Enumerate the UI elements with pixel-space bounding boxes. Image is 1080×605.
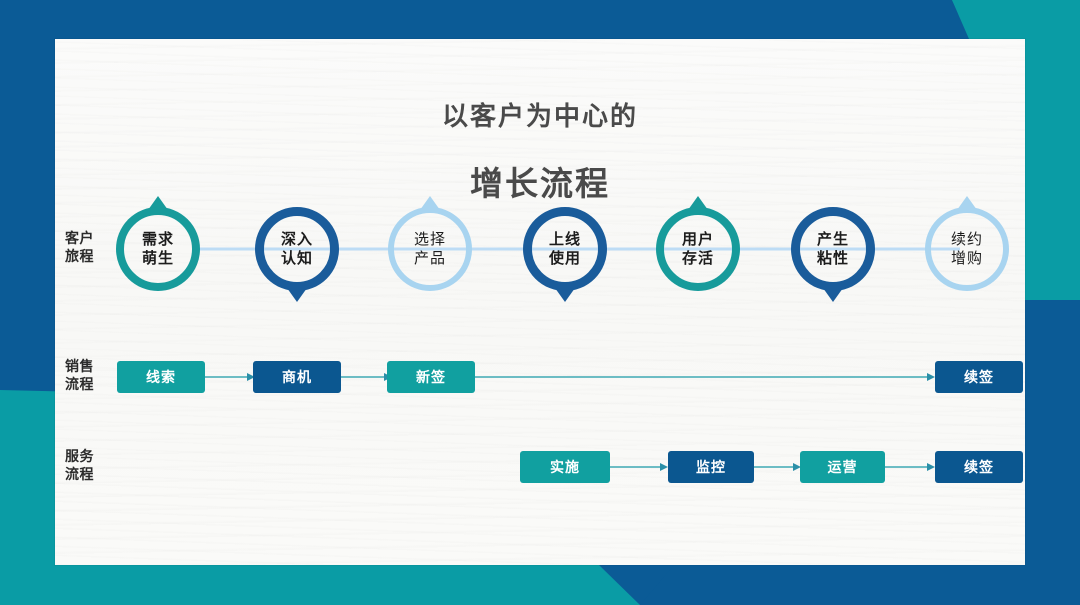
service-connectors: [610, 463, 935, 471]
service-box-3[interactable]: 运营: [800, 451, 885, 483]
slide-card: 以客户为中心的 增长流程 客户 旅程 需求 萌生 深入 认知 选择 产品 上线 使用用…: [55, 39, 1025, 565]
service-box-4[interactable]: 续签: [935, 451, 1023, 483]
service-box-1[interactable]: 实施: [520, 451, 610, 483]
service-box-2[interactable]: 监控: [668, 451, 754, 483]
